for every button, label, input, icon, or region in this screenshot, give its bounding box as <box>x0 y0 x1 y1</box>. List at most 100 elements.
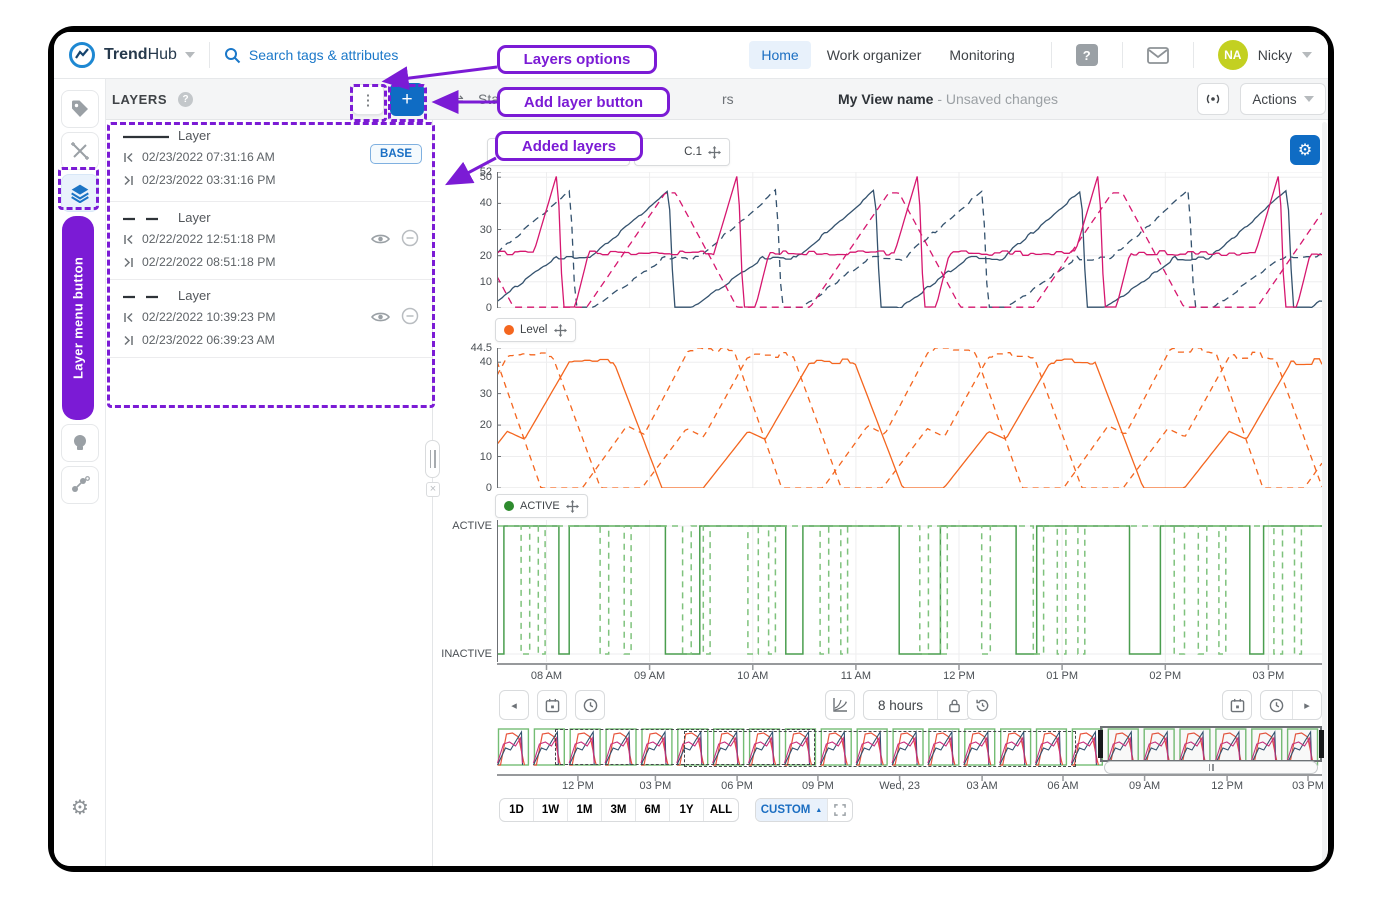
preset-1y[interactable]: 1Y <box>670 799 704 821</box>
annotation-outline-kebab <box>350 84 387 122</box>
help-button[interactable]: ? <box>1076 44 1098 66</box>
layers-panel-title: LAYERS <box>112 92 167 107</box>
lock-icon <box>948 698 961 713</box>
move-icon <box>554 324 567 337</box>
y-tick-label: 30 <box>458 388 492 400</box>
x-tick-label: 03 PM <box>1252 670 1284 682</box>
actions-button[interactable]: Actions <box>1240 83 1326 115</box>
custom-range-group: CUSTOM ▲ <box>755 798 853 822</box>
calendar-icon <box>1230 698 1245 713</box>
annotation-add-layer-button: Add layer button <box>497 87 670 117</box>
nav-tab-monitoring[interactable]: Monitoring <box>937 41 1026 69</box>
x-tick-label: 06 AM <box>1047 780 1078 792</box>
end-nav-group: ▸ <box>1260 690 1322 720</box>
y-tick-label: 10 <box>458 276 492 288</box>
move-icon <box>566 500 579 513</box>
x-tick-label: 12 PM <box>562 780 594 792</box>
legend-label: ACTIVE <box>520 500 560 512</box>
caret-up-icon: ▲ <box>815 807 822 814</box>
preset-6m[interactable]: 6M <box>636 799 670 821</box>
sidebar-item-tags[interactable] <box>61 90 99 128</box>
expand-icon <box>834 804 846 816</box>
trend-chart-level[interactable] <box>497 348 1322 488</box>
sidebar-item-value-search[interactable] <box>61 132 99 170</box>
x-tick-label: 06 PM <box>721 780 753 792</box>
y-tick-label: 0 <box>458 482 492 494</box>
mail-icon[interactable] <box>1147 47 1169 64</box>
trend-chart-active[interactable] <box>497 520 1322 662</box>
annotation-added-layers: Added layers <box>495 131 643 161</box>
selection-window[interactable] <box>1100 726 1322 762</box>
gear-icon: ⚙ <box>1298 140 1312 160</box>
digital-level-label: ACTIVE <box>434 520 492 532</box>
nav-tab-home[interactable]: Home <box>749 41 810 69</box>
x-tick-label: 03 AM <box>967 780 998 792</box>
legend-pill-c1[interactable]: C.1 <box>634 138 730 166</box>
time-start-button[interactable] <box>575 690 605 720</box>
panel-resize-handle[interactable] <box>425 440 440 478</box>
nav-tab-work-organizer[interactable]: Work organizer <box>815 41 934 69</box>
user-name: Nicky <box>1258 47 1292 63</box>
y-tick-label: 30 <box>458 224 492 236</box>
live-mode-button[interactable] <box>1197 83 1229 115</box>
top-navbar: TrendHub HomeWork organizerMonitoring ? … <box>54 32 1328 79</box>
y-tick-label: 20 <box>458 250 492 262</box>
calendar-end-button[interactable] <box>1222 690 1252 720</box>
time-end-button[interactable] <box>1261 691 1293 719</box>
selection-handle-right[interactable] <box>1319 730 1324 758</box>
selection-handle-left[interactable] <box>1098 730 1103 758</box>
tag-icon <box>70 99 90 119</box>
range-presets-group: 1D1W1M3M6M1YALL <box>499 798 739 822</box>
view-title: My View name - Unsaved changes <box>838 91 1058 107</box>
trend-chart-top[interactable] <box>497 172 1322 308</box>
actions-chevron-icon <box>1304 96 1314 102</box>
layers-help-icon[interactable]: ? <box>178 92 193 107</box>
avatar[interactable]: NA <box>1218 40 1248 70</box>
annotation-layer-menu-button: Layer menu button <box>62 216 94 420</box>
brand[interactable]: TrendHub <box>54 41 195 69</box>
sidebar-item-context-items[interactable] <box>61 466 99 504</box>
x-tick-label: 09 PM <box>802 780 834 792</box>
header-band: LAYERS ? ⋮ + ⇌ Sta rs My View name - Uns… <box>106 79 1328 120</box>
divider <box>1051 42 1052 68</box>
calendar-start-button[interactable] <box>537 690 567 720</box>
selection-scrollbar[interactable] <box>1104 761 1318 774</box>
legend-pill-level[interactable]: Level <box>495 318 576 342</box>
sidebar-item-suggestions[interactable] <box>61 424 99 462</box>
brand-chevron-icon[interactable] <box>185 52 195 58</box>
duration-group: 8 hours <box>863 690 971 720</box>
history-clock-icon <box>975 698 990 713</box>
chart-type-button[interactable] <box>825 690 855 720</box>
preset-all[interactable]: ALL <box>704 799 738 821</box>
level-series-dot <box>504 325 514 335</box>
move-icon <box>708 146 721 159</box>
preset-3m[interactable]: 3M <box>602 799 636 821</box>
duration-button[interactable]: 8 hours <box>864 691 938 719</box>
custom-range-button[interactable]: CUSTOM ▲ <box>756 799 828 821</box>
global-search[interactable] <box>224 47 749 64</box>
lock-duration-button[interactable] <box>938 691 970 719</box>
arrow-right-icon: ▸ <box>1304 699 1310 712</box>
time-history-button[interactable] <box>967 690 997 720</box>
legend-pill-active[interactable]: ACTIVE <box>495 494 588 518</box>
x-tick-label: 12 PM <box>1211 780 1243 792</box>
main-x-axis <box>497 662 1322 672</box>
pan-left-button[interactable]: ◂ <box>499 690 529 720</box>
y-tick-label: 0 <box>458 302 492 314</box>
preset-1d[interactable]: 1D <box>500 799 534 821</box>
pan-right-button[interactable]: ▸ <box>1293 691 1321 719</box>
panel-collapse-button[interactable]: × <box>426 482 440 497</box>
user-menu-chevron-icon[interactable] <box>1302 52 1312 58</box>
x-tick-label: 03 PM <box>1292 780 1324 792</box>
digital-level-label: INACTIVE <box>434 648 492 660</box>
active-series-dot <box>504 501 514 511</box>
x-tick-label: 01 PM <box>1046 670 1078 682</box>
expand-range-button[interactable] <box>828 799 852 821</box>
chart-settings-button[interactable]: ⚙ <box>1290 135 1320 165</box>
preset-1w[interactable]: 1W <box>534 799 568 821</box>
toolbar-fragment-right: rs <box>722 91 734 107</box>
x-tick-label: Wed, 23 <box>879 780 920 792</box>
preset-1m[interactable]: 1M <box>568 799 602 821</box>
divider <box>209 42 210 68</box>
sidebar-item-settings[interactable]: ⚙ <box>61 788 99 826</box>
